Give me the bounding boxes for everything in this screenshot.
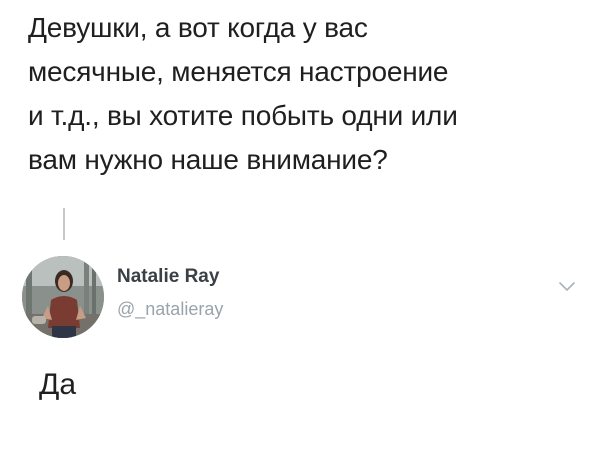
avatar[interactable] <box>22 256 104 338</box>
author-handle[interactable]: @_natalieray <box>117 299 223 320</box>
quoted-tweet-text: Девушки, а вот когда у вас месячные, мен… <box>28 6 588 182</box>
chevron-down-icon[interactable] <box>558 280 576 292</box>
avatar-photo <box>22 256 104 338</box>
quoted-tweet-line: месячные, меняется настроение <box>28 56 449 87</box>
quoted-tweet-line: и т.д., вы хотите побыть одни или <box>28 100 458 131</box>
author-name[interactable]: Natalie Ray <box>117 266 219 288</box>
reply-tweet-text: Да <box>39 368 77 401</box>
quoted-tweet-line: вам нужно наше внимание? <box>28 144 388 175</box>
quoted-tweet-line: Девушки, а вот когда у вас <box>28 12 368 43</box>
thread-connector-line <box>63 208 65 240</box>
